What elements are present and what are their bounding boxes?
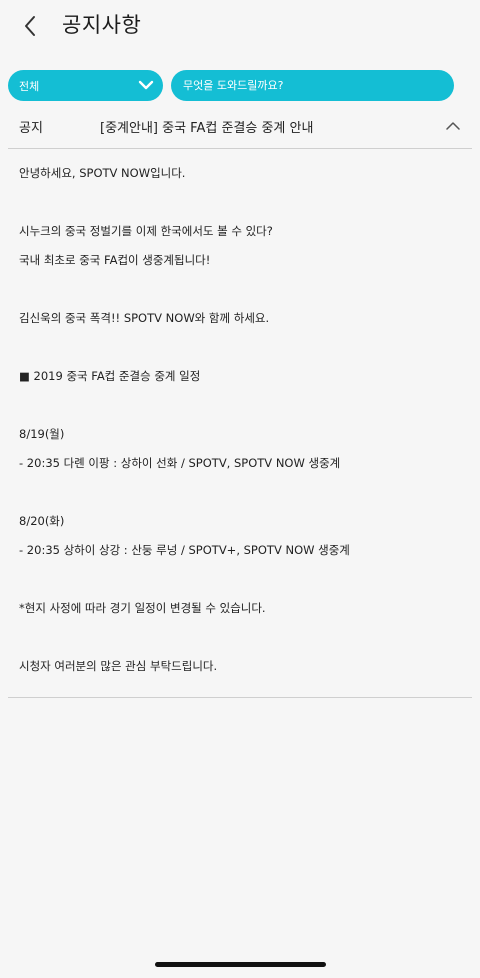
notice-item-header[interactable]: 공지 [중계안내] 중국 FA컵 준결승 중계 안내 bbox=[8, 108, 472, 149]
notice-body-line: *현지 사정에 따라 경기 일정이 변경될 수 있습니다. bbox=[19, 601, 266, 615]
notice-category-label: 공지 bbox=[19, 121, 43, 136]
notice-body-line: 8/19(월) bbox=[19, 427, 65, 441]
home-indicator[interactable] bbox=[155, 962, 326, 967]
chevron-down-icon bbox=[138, 80, 154, 90]
category-dropdown[interactable]: 전체 bbox=[8, 70, 163, 101]
notice-body-line: 안녕하세요, SPOTV NOW입니다. bbox=[19, 166, 186, 180]
notice-body: 안녕하세요, SPOTV NOW입니다. 시누크의 중국 정벌기를 이제 한국에… bbox=[8, 149, 472, 698]
notice-title: [중계안내] 중국 FA컵 준결승 중계 안내 bbox=[100, 121, 314, 136]
filter-row: 전체 bbox=[8, 70, 454, 101]
notice-body-line: 8/20(화) bbox=[19, 514, 65, 528]
notice-body-line: - 20:35 다롄 이팡 : 상하이 선화 / SPOTV, SPOTV NO… bbox=[19, 456, 341, 470]
chevron-up-icon[interactable] bbox=[446, 121, 460, 131]
page-title: 공지사항 bbox=[62, 13, 142, 37]
search-input[interactable] bbox=[171, 70, 454, 101]
category-dropdown-value: 전체 bbox=[19, 80, 40, 93]
notice-body-line: ■ 2019 중국 FA컵 준결승 중계 일정 bbox=[19, 369, 201, 383]
notice-body-line: 시청자 여러분의 많은 관심 부탁드립니다. bbox=[19, 659, 218, 673]
back-button[interactable] bbox=[14, 8, 46, 44]
app-header: 공지사항 bbox=[0, 0, 480, 52]
notice-body-line: 김신욱의 중국 폭격!! SPOTV NOW와 함께 하세요. bbox=[19, 311, 270, 325]
chevron-left-icon bbox=[25, 16, 35, 36]
notice-body-line: 시누크의 중국 정벌기를 이제 한국에서도 볼 수 있다? bbox=[19, 224, 273, 238]
notice-body-line: 국내 최초로 중국 FA컵이 생중계됩니다! bbox=[19, 253, 211, 267]
notice-body-line: - 20:35 상하이 상강 : 산둥 루넝 / SPOTV+, SPOTV N… bbox=[19, 543, 350, 557]
